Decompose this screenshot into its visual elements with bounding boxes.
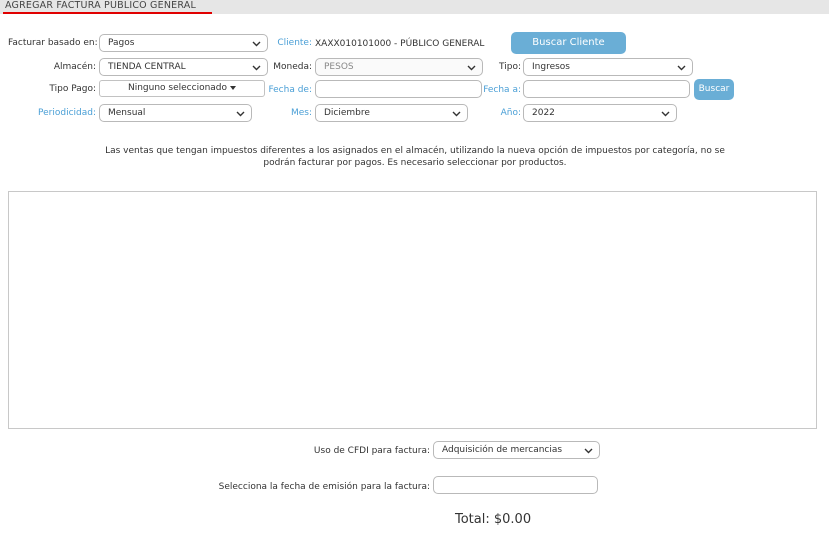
uso-cfdi-label: Uso de CFDI para factura: xyxy=(313,446,430,456)
chevron-down-icon xyxy=(584,446,593,455)
chevron-down-icon xyxy=(252,63,261,72)
fecha-a-label: Fecha a: xyxy=(483,85,521,95)
title-underline xyxy=(3,12,212,14)
facturar-basado-label: Facturar basado en: xyxy=(8,38,98,48)
almacen-select[interactable]: TIENDA CENTRAL xyxy=(99,58,268,76)
buscar-cliente-button[interactable]: Buscar Cliente xyxy=(511,32,626,54)
cliente-label: Cliente: xyxy=(277,38,312,48)
caret-down-icon xyxy=(230,85,237,90)
tipo-pago-label: Tipo Pago: xyxy=(49,84,96,94)
fecha-emision-input[interactable] xyxy=(433,476,598,494)
uso-cfdi-select[interactable]: Adquisición de mercancias xyxy=(433,441,600,459)
tipo-label: Tipo: xyxy=(499,62,521,72)
tax-notice: Las ventas que tengan impuestos diferent… xyxy=(70,146,760,169)
chevron-down-icon xyxy=(467,63,476,72)
page-header: AGREGAR FACTURA PÚBLICO GENERAL xyxy=(0,0,829,14)
fecha-emision-label: Selecciona la fecha de emisión para la f… xyxy=(218,482,430,492)
tipo-pago-dropdown[interactable]: Ninguno seleccionado xyxy=(99,80,265,97)
mes-label: Mes: xyxy=(290,108,312,118)
facturar-basado-select[interactable]: Pagos xyxy=(99,34,268,52)
anio-label: Año: xyxy=(500,108,521,118)
anio-value: 2022 xyxy=(532,108,555,118)
mes-value: Diciembre xyxy=(324,108,370,118)
moneda-select[interactable]: PESOS xyxy=(315,58,483,76)
tax-notice-line-1: Las ventas que tengan impuestos diferent… xyxy=(105,146,725,156)
cliente-value: XAXX010101000 - PÚBLICO GENERAL xyxy=(315,39,485,49)
facturar-basado-value: Pagos xyxy=(108,38,135,48)
almacen-label: Almacén: xyxy=(53,62,96,72)
chevron-down-icon xyxy=(236,109,245,118)
fecha-de-label: Fecha de: xyxy=(268,85,312,95)
tipo-value: Ingresos xyxy=(532,62,570,72)
periodicidad-select[interactable]: Mensual xyxy=(99,104,252,122)
fecha-a-input[interactable] xyxy=(523,80,690,98)
chevron-down-icon xyxy=(661,109,670,118)
results-panel xyxy=(8,191,817,429)
total-amount: Total: $0.00 xyxy=(455,512,532,527)
buscar-button[interactable]: Buscar xyxy=(694,79,734,100)
mes-select[interactable]: Diciembre xyxy=(315,104,468,122)
moneda-label: Moneda: xyxy=(273,62,312,72)
chevron-down-icon xyxy=(452,109,461,118)
tipo-pago-value: Ninguno seleccionado xyxy=(127,83,228,93)
moneda-value: PESOS xyxy=(324,62,354,72)
tipo-select[interactable]: Ingresos xyxy=(523,58,693,76)
chevron-down-icon xyxy=(252,39,261,48)
uso-cfdi-value: Adquisición de mercancias xyxy=(442,445,563,455)
periodicidad-value: Mensual xyxy=(108,108,146,118)
almacen-value: TIENDA CENTRAL xyxy=(108,62,186,72)
page-title: AGREGAR FACTURA PÚBLICO GENERAL xyxy=(5,0,196,11)
periodicidad-label: Periodicidad: xyxy=(38,108,96,118)
chevron-down-icon xyxy=(677,63,686,72)
anio-select[interactable]: 2022 xyxy=(523,104,677,122)
tax-notice-line-2: podrán facturar por pagos. Es necesario … xyxy=(263,157,567,168)
fecha-de-input[interactable] xyxy=(315,80,482,98)
